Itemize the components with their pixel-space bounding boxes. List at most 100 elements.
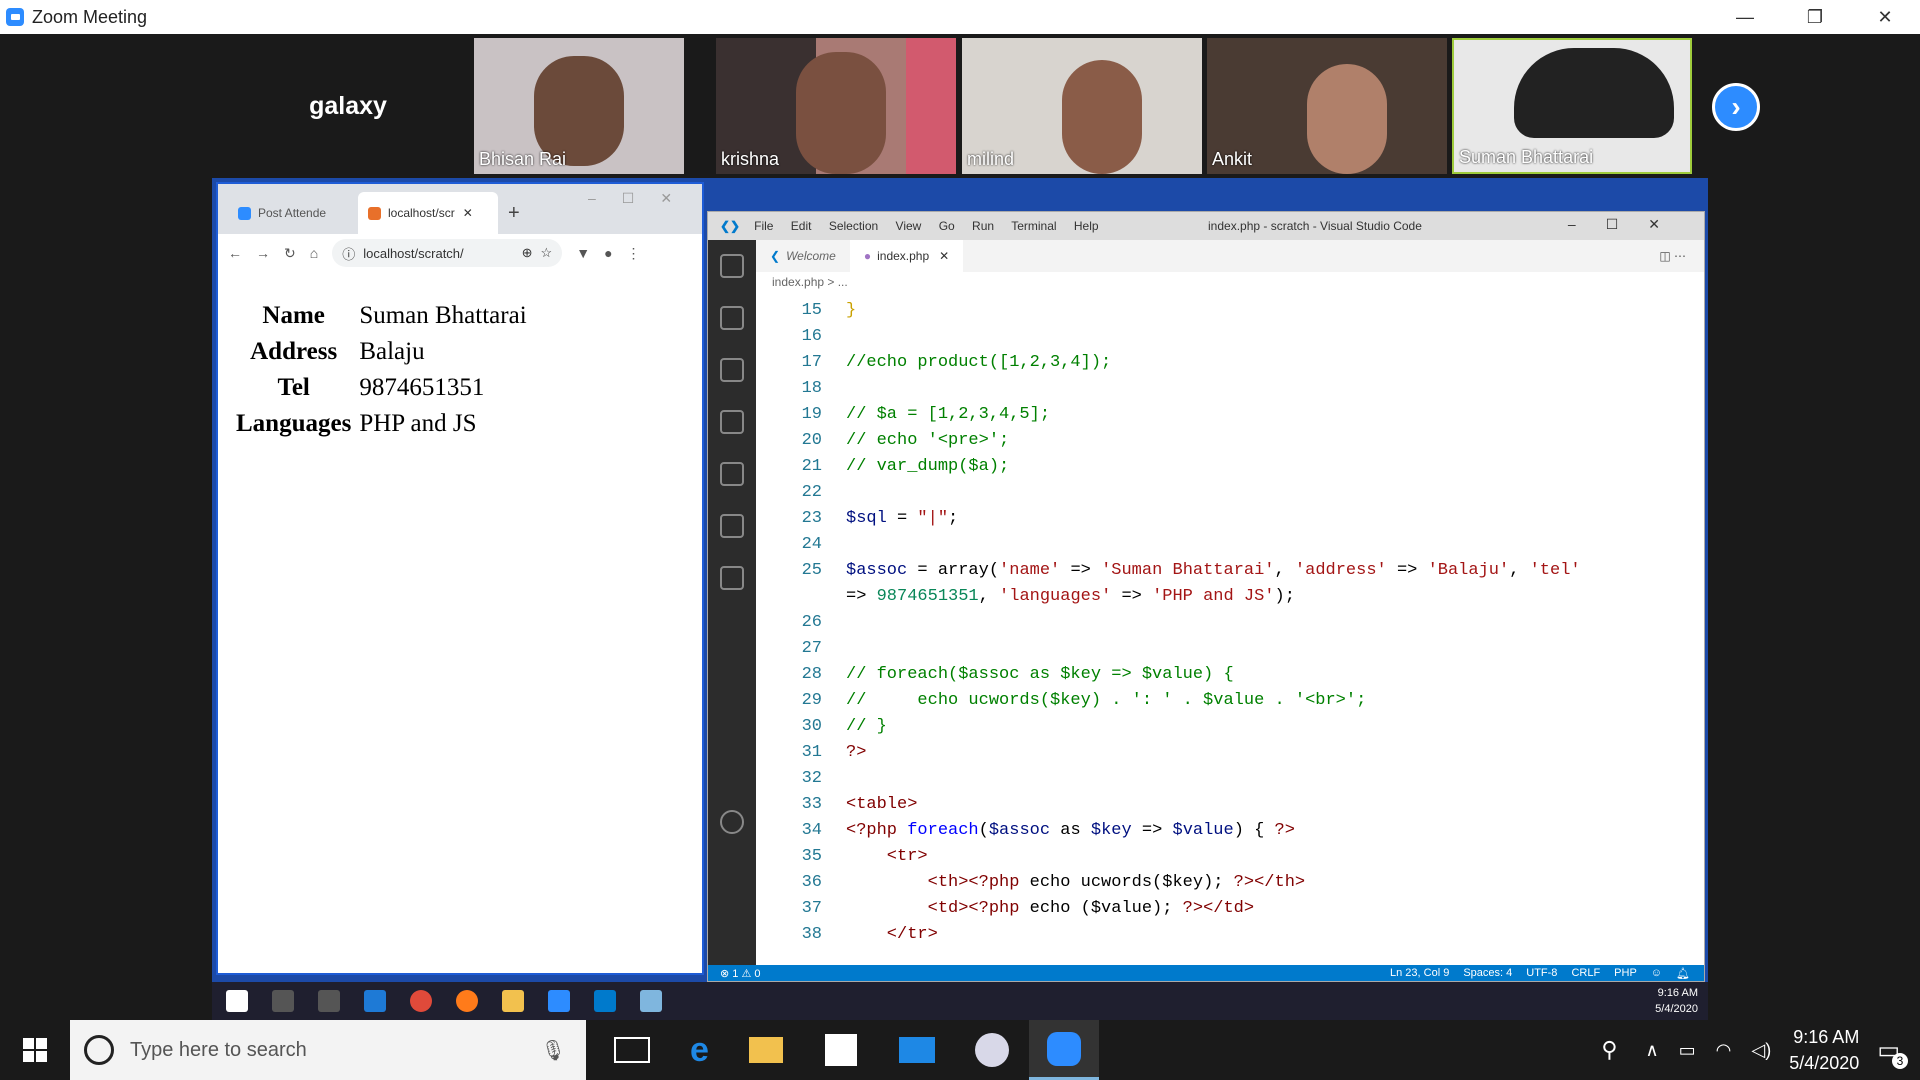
windows-start-icon[interactable] bbox=[226, 990, 248, 1012]
reload-icon[interactable]: ↻ bbox=[284, 245, 296, 262]
problems-indicator[interactable]: ⊗ 1 ⚠ 0 bbox=[720, 967, 760, 980]
action-center-icon[interactable]: ▭ 3 bbox=[1877, 1036, 1908, 1069]
back-icon[interactable]: ← bbox=[228, 245, 242, 261]
zoom-taskbar-icon[interactable] bbox=[1028, 1020, 1099, 1080]
menu-edit[interactable]: Edit bbox=[791, 219, 812, 233]
task-view-icon[interactable] bbox=[614, 1037, 650, 1063]
encoding[interactable]: UTF-8 bbox=[1526, 967, 1557, 980]
zoom-taskbar-icon[interactable] bbox=[548, 990, 570, 1012]
zoom-icon[interactable]: ⊕ bbox=[522, 245, 533, 261]
profile-icon[interactable]: ● bbox=[604, 245, 612, 261]
restore-button[interactable]: ❐ bbox=[1780, 0, 1850, 34]
line-ending[interactable]: CRLF bbox=[1571, 967, 1600, 980]
table-key: Name bbox=[262, 302, 325, 329]
close-tab-icon[interactable]: ✕ bbox=[939, 249, 949, 263]
source-control-icon[interactable] bbox=[720, 358, 744, 382]
microsoft-store-icon[interactable] bbox=[824, 1034, 857, 1066]
menu-icon[interactable]: ⋮ bbox=[627, 245, 641, 262]
localhost-favicon bbox=[368, 206, 381, 220]
indentation[interactable]: Spaces: 4 bbox=[1463, 967, 1512, 980]
forward-icon[interactable]: → bbox=[256, 245, 270, 261]
assoc-table: Name Suman Bhattarai Address Balaju Tel 987… bbox=[234, 298, 529, 442]
language-mode[interactable]: PHP bbox=[1614, 967, 1637, 980]
cortana-icon bbox=[84, 1035, 114, 1065]
battery-icon[interactable]: ▭ bbox=[1679, 1040, 1696, 1061]
extensions-icon[interactable] bbox=[720, 462, 744, 486]
testing-icon[interactable] bbox=[720, 514, 744, 538]
menu-go[interactable]: Go bbox=[939, 219, 955, 233]
table-value: PHP and JS bbox=[359, 410, 477, 437]
breadcrumb[interactable]: index.php > ... bbox=[756, 272, 1704, 292]
edge-icon[interactable] bbox=[364, 990, 386, 1012]
menu-view[interactable]: View bbox=[896, 219, 922, 233]
cursor-position[interactable]: Ln 23, Col 9 bbox=[1390, 967, 1449, 980]
window-controls[interactable]: –☐✕ bbox=[588, 190, 698, 207]
run-debug-icon[interactable] bbox=[720, 410, 744, 434]
new-tab-button[interactable]: + bbox=[508, 202, 520, 225]
page-content: Name Suman Bhattarai Address Balaju Tel 987… bbox=[218, 272, 702, 442]
tab-index-php[interactable]: ● index.php ✕ bbox=[849, 240, 964, 272]
notification-bell-icon[interactable]: 🔔︎ bbox=[1676, 967, 1690, 980]
close-button[interactable]: ✕ bbox=[1850, 0, 1920, 34]
menu-run[interactable]: Run bbox=[972, 219, 994, 233]
wifi-icon[interactable]: ◠ bbox=[1716, 1040, 1732, 1061]
bookmark-star-icon[interactable]: ☆ bbox=[541, 245, 553, 261]
search-placeholder: Type here to search bbox=[130, 1038, 307, 1061]
participant-name: Ankit bbox=[1212, 149, 1253, 169]
snip-tool-icon[interactable] bbox=[974, 1033, 1009, 1067]
vscode-taskbar-icon[interactable] bbox=[594, 990, 616, 1012]
participant-tile[interactable]: krishna bbox=[716, 38, 956, 174]
menu-terminal[interactable]: Terminal bbox=[1011, 219, 1056, 233]
show-hidden-icons[interactable]: ∧ bbox=[1645, 1040, 1658, 1061]
app-icon[interactable] bbox=[640, 990, 662, 1012]
next-participants-button[interactable]: › bbox=[1712, 83, 1760, 131]
shared-time: 9:16 AM bbox=[1657, 987, 1698, 999]
close-tab-icon[interactable]: ✕ bbox=[463, 206, 473, 220]
extension-icon[interactable]: ▼ bbox=[576, 245, 590, 261]
file-explorer-icon[interactable] bbox=[748, 1037, 783, 1063]
volume-icon[interactable]: ◁) bbox=[1751, 1040, 1771, 1061]
participant-tile[interactable]: Bhisan Rai bbox=[474, 38, 684, 174]
menu-help[interactable]: Help bbox=[1074, 219, 1099, 233]
settings-gear-icon[interactable] bbox=[720, 810, 744, 834]
vscode-window-controls[interactable]: –☐✕ bbox=[1568, 216, 1690, 233]
task-view-icon[interactable] bbox=[318, 990, 340, 1012]
feedback-icon[interactable]: ☺ bbox=[1651, 967, 1662, 980]
file-explorer-icon[interactable] bbox=[502, 990, 524, 1012]
home-icon[interactable]: ⌂ bbox=[310, 245, 318, 261]
search-icon[interactable] bbox=[272, 990, 294, 1012]
explorer-icon[interactable] bbox=[720, 254, 744, 278]
code-editor[interactable]: 15} 16 17//echo product([1,2,3,4]); 18 1… bbox=[756, 292, 1690, 965]
search-icon[interactable] bbox=[720, 306, 744, 330]
windows-start-icon[interactable] bbox=[0, 1020, 70, 1080]
split-editor-icon[interactable]: ◫ ⋯ bbox=[1659, 249, 1686, 263]
timeline-icon[interactable] bbox=[720, 566, 744, 590]
mail-icon[interactable] bbox=[898, 1037, 935, 1063]
system-tray: ⚲ ∧ ▭ ◠ ◁) 9:16 AM 5/4/2020 ▭ 3 bbox=[1601, 1020, 1920, 1080]
edge-icon[interactable]: e bbox=[690, 1031, 709, 1070]
tab-welcome[interactable]: ❮ Welcome bbox=[756, 240, 850, 272]
taskbar-clock[interactable]: 9:16 AM 5/4/2020 bbox=[1789, 1024, 1859, 1076]
firefox-icon[interactable] bbox=[456, 990, 478, 1012]
participant-tile[interactable]: Ankit bbox=[1207, 38, 1447, 174]
chrome-tab[interactable]: Post Attende bbox=[228, 192, 358, 234]
participant-tile[interactable]: milind bbox=[962, 38, 1202, 174]
people-icon[interactable]: ⚲ bbox=[1601, 1037, 1617, 1063]
participant-tile[interactable]: Suman Bhattarai bbox=[1452, 38, 1692, 174]
menu-selection[interactable]: Selection bbox=[829, 219, 878, 233]
zoom-title: Zoom Meeting bbox=[32, 6, 148, 27]
taskbar-search[interactable]: Type here to search 🎙︎ bbox=[70, 1020, 586, 1080]
table-key: Tel bbox=[277, 374, 310, 401]
table-row: Name Suman Bhattarai bbox=[236, 298, 526, 334]
chrome-icon[interactable] bbox=[410, 990, 432, 1012]
status-bar: ⊗ 1 ⚠ 0 Ln 23, Col 9 Spaces: 4 UTF-8 CRL… bbox=[708, 965, 1704, 981]
chrome-tab[interactable]: localhost/scr ✕ bbox=[358, 192, 498, 234]
menu-file[interactable]: File bbox=[754, 219, 773, 233]
taskbar-time: 9:16 AM bbox=[1793, 1027, 1860, 1047]
participant-tile[interactable]: galaxy bbox=[228, 38, 468, 174]
table-row: Tel 9874651351 bbox=[236, 370, 527, 406]
vscode-title-bar: ❮❯ File Edit Selection View Go Run Termi… bbox=[708, 212, 1704, 240]
microphone-icon[interactable]: 🎙︎ bbox=[541, 1038, 566, 1063]
minimize-button[interactable]: — bbox=[1710, 0, 1780, 34]
address-bar[interactable]: ⓘ localhost/scratch/ ⊕ ☆ bbox=[332, 239, 563, 267]
